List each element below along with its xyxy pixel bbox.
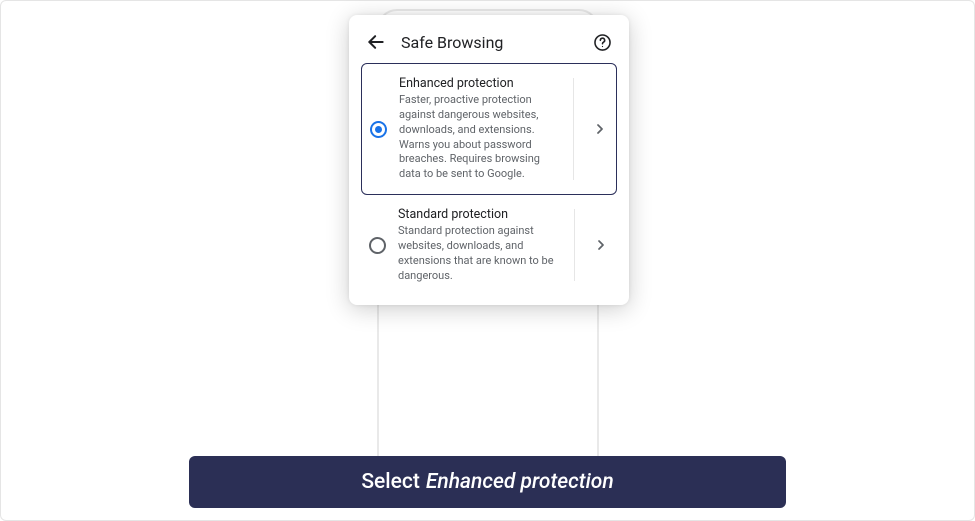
option-desc: Faster, proactive protection against dan… — [399, 93, 555, 182]
option-enhanced-protection[interactable]: Enhanced protection Faster, proactive pr… — [361, 63, 617, 195]
caption-emphasis: Enhanced protection — [426, 470, 614, 494]
option-desc: Standard protection against websites, do… — [398, 224, 556, 283]
page-title: Safe Browsing — [401, 33, 577, 52]
chevron-right-icon[interactable] — [593, 237, 609, 253]
caption-prefix: Select — [361, 470, 420, 494]
option-body: Standard protection Standard protection … — [398, 207, 556, 283]
chevron-right-icon[interactable] — [592, 121, 608, 137]
help-icon[interactable] — [591, 31, 613, 53]
option-standard-protection[interactable]: Standard protection Standard protection … — [361, 195, 617, 295]
option-title: Standard protection — [398, 207, 556, 222]
safe-browsing-card: Safe Browsing Enhanced protection Faster… — [349, 15, 629, 305]
divider — [573, 78, 574, 180]
divider — [574, 209, 575, 281]
radio-checked-icon — [370, 121, 387, 138]
back-icon[interactable] — [365, 31, 387, 53]
option-title: Enhanced protection — [399, 76, 555, 91]
card-header: Safe Browsing — [361, 27, 617, 63]
radio-unchecked-icon — [369, 237, 386, 254]
option-body: Enhanced protection Faster, proactive pr… — [399, 76, 555, 182]
instruction-caption: Select Enhanced protection — [189, 456, 786, 508]
